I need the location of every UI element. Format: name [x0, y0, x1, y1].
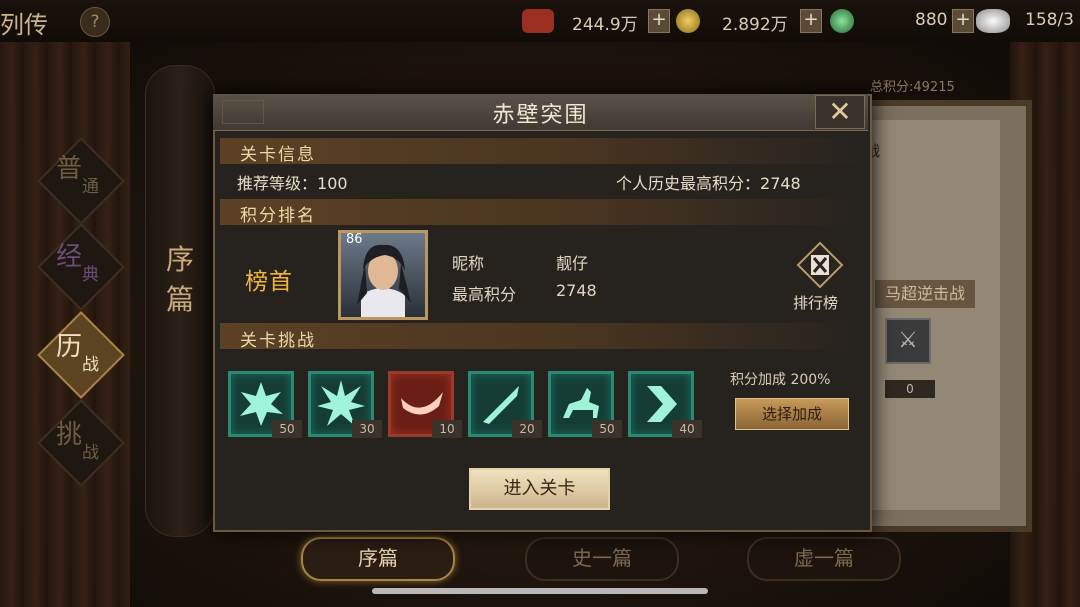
- scroll-chapter-label: 序篇: [165, 243, 194, 316]
- mode-tab-classic-label: 经典: [56, 242, 99, 285]
- challenge-value-6: 40: [672, 420, 702, 438]
- mode-tab-history-label: 历战: [56, 332, 99, 375]
- page-title: 列传: [0, 11, 48, 39]
- tab-prologue[interactable]: 序篇: [301, 537, 455, 581]
- help-button[interactable]: ?: [80, 7, 110, 37]
- resource-value-3: 880: [915, 10, 948, 30]
- curtain-left: [0, 40, 130, 607]
- leaderboard-icon[interactable]: [796, 241, 844, 289]
- map-battle-icon[interactable]: ⚔: [885, 318, 931, 364]
- tab-history-chapter[interactable]: 史一篇: [525, 537, 679, 581]
- personal-best-score: 个人历史最高积分：2748: [616, 174, 801, 193]
- score-bonus-text: 积分加成 200%: [730, 372, 831, 388]
- resource-value-2: 2.892万: [722, 15, 788, 35]
- close-icon[interactable]: ✕: [815, 95, 865, 129]
- challenge-value-3: 10: [432, 420, 462, 438]
- silver-ingot-icon: [976, 9, 1010, 33]
- section-title-challenge: 关卡挑战: [240, 331, 316, 351]
- select-bonus-button[interactable]: 选择加成: [735, 398, 849, 430]
- recommended-level: 推荐等级：100: [237, 174, 348, 193]
- player-level: 86: [346, 232, 363, 247]
- jade-icon: [830, 9, 854, 33]
- rank-title: 榜首: [245, 269, 293, 295]
- tab-fiction-chapter[interactable]: 虚一篇: [747, 537, 901, 581]
- challenge-value-2: 30: [352, 420, 382, 438]
- map-stage-label[interactable]: 马超逆击战: [875, 280, 975, 308]
- top-score-label: 最高积分: [452, 285, 517, 304]
- mode-tab-normal-label: 普通: [56, 154, 99, 197]
- home-indicator[interactable]: [372, 588, 708, 594]
- copper-coin-icon: [676, 9, 700, 33]
- dialog-title: 赤壁突围: [492, 103, 589, 128]
- mode-tab-challenge-label: 挑战: [56, 420, 99, 463]
- challenge-value-1: 50: [272, 420, 302, 438]
- leaderboard-label[interactable]: 排行榜: [793, 292, 838, 313]
- add-resource-1-button[interactable]: +: [648, 9, 670, 33]
- nickname-label: 昵称: [452, 254, 485, 273]
- section-bar-challenge: [220, 323, 860, 349]
- resource-value-1: 244.9万: [572, 15, 638, 35]
- resource-value-4: 158/3: [1025, 10, 1074, 30]
- section-title-ranking: 积分排名: [240, 206, 316, 226]
- challenge-value-4: 20: [512, 420, 542, 438]
- add-resource-3-button[interactable]: +: [952, 9, 974, 33]
- add-resource-2-button[interactable]: +: [800, 9, 822, 33]
- section-title-level-info: 关卡信息: [240, 145, 316, 165]
- top-score-value: 2748: [556, 281, 597, 300]
- section-bar-level-info: [220, 138, 860, 164]
- total-score: 总积分:49215: [870, 80, 955, 95]
- map-stage-score: 0: [885, 380, 935, 398]
- coin-stack-icon: [522, 9, 554, 33]
- stage-map-terrain: [870, 120, 1000, 510]
- section-bar-ranking: [220, 199, 860, 225]
- challenge-value-5: 50: [592, 420, 622, 438]
- enter-stage-button[interactable]: 进入关卡: [469, 468, 610, 510]
- nickname-value: 靓仔: [556, 254, 589, 273]
